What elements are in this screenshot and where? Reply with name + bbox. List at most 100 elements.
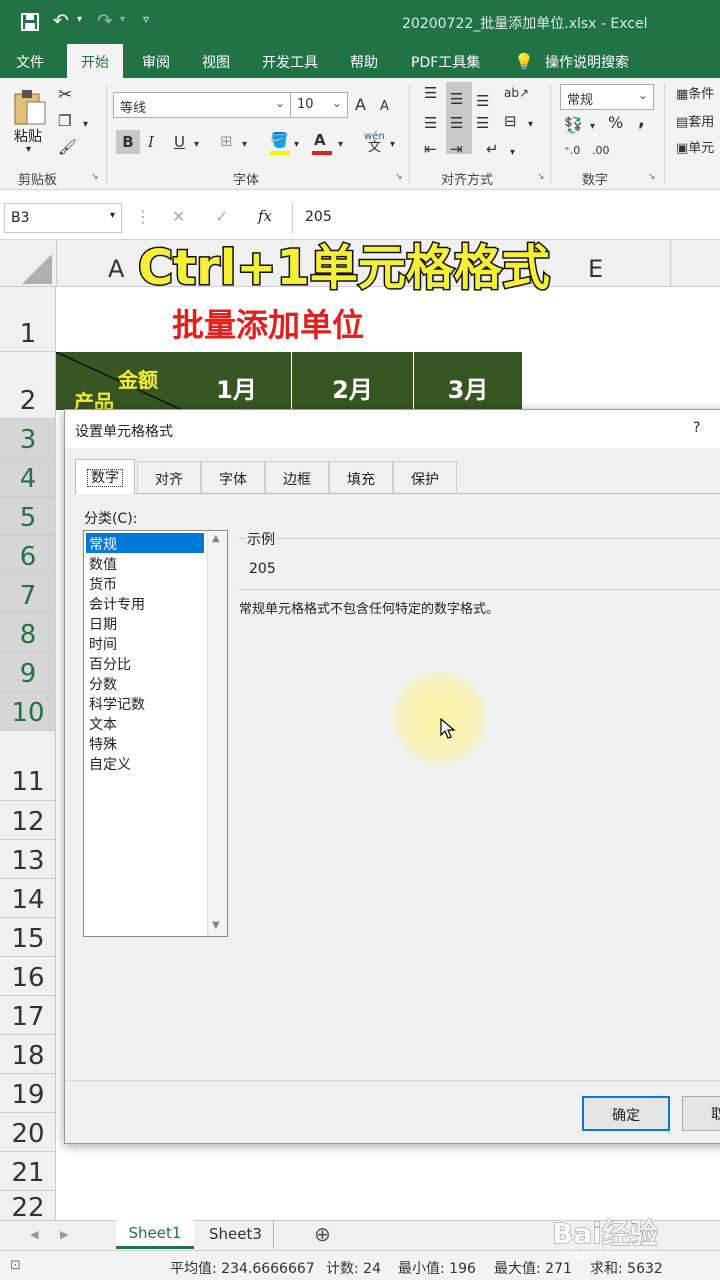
undo-icon[interactable]: ↶ (53, 10, 69, 32)
underline-dropdown-icon[interactable]: ▾ (194, 136, 199, 154)
grow-font-icon[interactable]: A (355, 96, 366, 114)
header-month-1[interactable]: 1月 (182, 352, 292, 410)
number-format-combo[interactable]: 常规 ⌄ (560, 84, 654, 110)
save-icon[interactable] (20, 12, 40, 32)
row-header-12[interactable]: 12 (0, 801, 56, 840)
underline-button[interactable]: U (174, 133, 185, 151)
paste-dropdown-icon[interactable]: ▾ (26, 144, 31, 155)
increase-decimal-icon[interactable]: ⁺.0 (564, 142, 580, 160)
wrap-text-icon[interactable]: ↵ (486, 140, 499, 158)
increase-indent-icon[interactable]: ⇥ (450, 140, 463, 158)
tab-alignment[interactable]: 对齐 (137, 461, 201, 493)
align-right-icon[interactable]: ☰ (476, 114, 489, 132)
enter-icon[interactable]: ✓ (215, 207, 228, 226)
merge-dropdown-icon[interactable]: ▾ (528, 116, 533, 134)
dialog-launcher-icon[interactable]: ↘ (91, 172, 99, 182)
decrease-decimal-icon[interactable]: .00 (592, 142, 610, 160)
align-left-icon[interactable]: ☰ (424, 114, 437, 132)
tab-pdf-tools[interactable]: PDF工具集 (411, 52, 480, 72)
undo-dropdown-icon[interactable]: ▾ (77, 14, 82, 25)
category-fraction[interactable]: 分数 (86, 673, 204, 693)
dialog-launcher-icon[interactable]: ↘ (395, 172, 403, 182)
category-scrollbar[interactable]: ▲ ▼ (207, 531, 227, 936)
category-special[interactable]: 特殊 (86, 733, 204, 753)
format-painter-icon[interactable]: 🖌 (58, 138, 77, 156)
row-header-11[interactable]: 11 (0, 731, 56, 801)
header-month-2[interactable]: 2月 (292, 352, 414, 410)
category-general[interactable]: 常规 (86, 533, 204, 553)
redo-icon[interactable]: ↷ (97, 10, 113, 32)
font-color-icon[interactable]: A (314, 131, 326, 149)
category-text[interactable]: 文本 (86, 713, 204, 733)
row-header-16[interactable]: 16 (0, 957, 56, 996)
tab-home[interactable]: 开始 (67, 44, 123, 78)
tab-review[interactable]: 审阅 (142, 52, 170, 72)
category-scientific[interactable]: 科学记数 (86, 693, 204, 713)
accounting-format-icon[interactable]: 💱 (564, 116, 583, 134)
align-top-icon[interactable]: ☰ (424, 84, 437, 102)
corner-header-cell[interactable]: 金额 产品 (56, 352, 182, 410)
merge-center-icon[interactable]: ⊟ (504, 112, 517, 130)
orientation-icon[interactable]: ab↗ (504, 84, 529, 102)
font-name-combo[interactable]: 等线 ⌄ (113, 92, 291, 118)
category-percentage[interactable]: 百分比 (86, 653, 204, 673)
redo-dropdown-icon[interactable]: ▾ (120, 14, 125, 25)
decrease-indent-icon[interactable]: ⇤ (424, 140, 437, 158)
tab-help[interactable]: 帮助 (350, 52, 378, 72)
sheet-tab-sheet1[interactable]: Sheet1 (116, 1220, 194, 1249)
row-header-18[interactable]: 18 (0, 1035, 56, 1074)
row-header-8[interactable]: 8 (0, 614, 56, 653)
row-header-3[interactable]: 3 (0, 419, 56, 458)
cancel-icon[interactable]: ✕ (172, 207, 185, 226)
category-currency[interactable]: 货币 (86, 573, 204, 593)
comma-style-icon[interactable]: , (638, 112, 645, 130)
row-header-6[interactable]: 6 (0, 536, 56, 575)
align-middle-icon[interactable]: ☰ (450, 90, 463, 108)
font-color-dropdown-icon[interactable]: ▾ (338, 136, 343, 154)
percent-style-icon[interactable]: % (608, 114, 623, 132)
borders-icon[interactable]: ⊞ (220, 132, 233, 150)
row-header-15[interactable]: 15 (0, 918, 56, 957)
category-list[interactable]: 常规 数值 货币 会计专用 日期 时间 百分比 分数 科学记数 文本 特殊 自定… (83, 530, 228, 937)
tab-protection[interactable]: 保护 (393, 461, 457, 493)
category-number[interactable]: 数值 (86, 553, 204, 573)
copy-dropdown-icon[interactable]: ▾ (83, 116, 88, 134)
align-bottom-icon[interactable]: ☰ (476, 92, 489, 110)
row-header-4[interactable]: 4 (0, 458, 56, 497)
category-custom[interactable]: 自定义 (86, 753, 204, 773)
row-header-20[interactable]: 20 (0, 1113, 56, 1152)
row-header-5[interactable]: 5 (0, 497, 56, 536)
shrink-font-icon[interactable]: A (380, 98, 389, 116)
row-header-2[interactable]: 2 (0, 352, 56, 419)
accounting-dropdown-icon[interactable]: ▾ (590, 118, 595, 136)
row-header-7[interactable]: 7 (0, 575, 56, 614)
row-header-14[interactable]: 14 (0, 879, 56, 918)
row-header-19[interactable]: 19 (0, 1074, 56, 1113)
bold-button[interactable]: B (116, 130, 140, 154)
row-header-10[interactable]: 10 (0, 692, 56, 731)
tab-view[interactable]: 视图 (202, 52, 230, 72)
column-header-a[interactable]: A (108, 255, 124, 283)
add-sheet-icon[interactable]: ⊕ (314, 1222, 331, 1246)
category-time[interactable]: 时间 (86, 633, 204, 653)
dialog-launcher-icon[interactable]: ↘ (648, 172, 656, 182)
tab-file[interactable]: 文件 (16, 52, 44, 72)
insert-function-icon[interactable]: fx (258, 207, 272, 225)
cell-styles-button[interactable]: ▣单元 (676, 140, 714, 158)
phonetic-dropdown-icon[interactable]: ▾ (390, 136, 395, 154)
category-accounting[interactable]: 会计专用 (86, 593, 204, 613)
help-button[interactable]: ? (693, 420, 700, 436)
tab-font[interactable]: 字体 (201, 461, 265, 493)
row-header-13[interactable]: 13 (0, 840, 56, 879)
row-header-22[interactable]: 22 (0, 1191, 56, 1223)
column-header-e[interactable]: E (588, 255, 603, 283)
scroll-up-icon[interactable]: ▲ (212, 533, 220, 544)
paste-button[interactable]: 粘贴 (14, 126, 42, 146)
tab-number[interactable]: 数字 (75, 459, 135, 494)
scroll-left-icon[interactable]: ◀ (30, 1228, 38, 1241)
tell-me-search[interactable]: 操作说明搜索 (545, 52, 629, 72)
italic-button[interactable]: I (148, 133, 154, 151)
name-box[interactable]: B3 ▾ (4, 203, 122, 233)
category-date[interactable]: 日期 (86, 613, 204, 633)
row-header-1[interactable]: 1 (0, 287, 56, 352)
